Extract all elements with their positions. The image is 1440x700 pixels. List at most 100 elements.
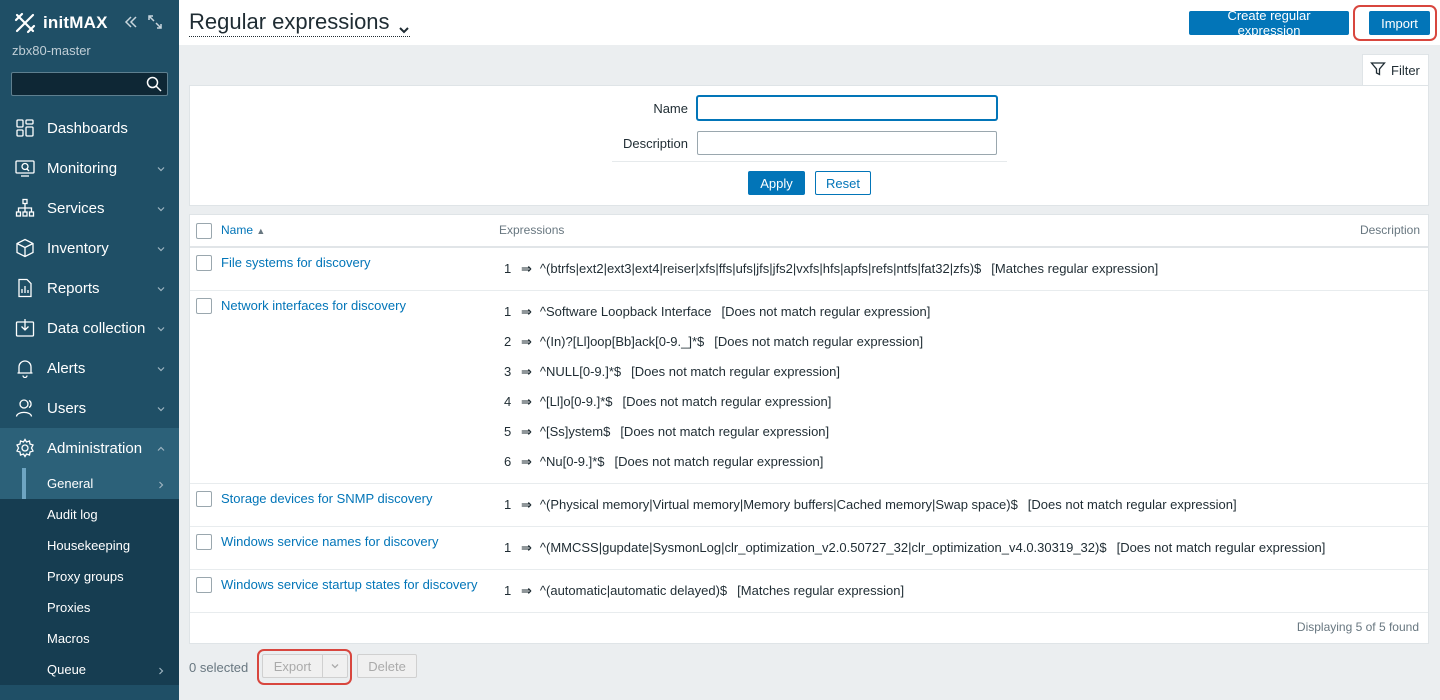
expression-line: 1 ⇒ ^(Physical memory|Virtual memory|Memor… [504, 497, 1237, 513]
regex-name-link[interactable]: Network interfaces for discovery [221, 298, 406, 313]
expression-number: 1 [504, 261, 512, 276]
expression-text: ^(Physical memory|Virtual memory|Memory … [539, 497, 1018, 512]
menu-item-monitoring[interactable]: Monitoring [0, 148, 179, 188]
regex-name-link[interactable]: File systems for discovery [221, 255, 371, 270]
create-regular-expression-button[interactable]: Create regular expression [1189, 8, 1349, 38]
submenu-item-housekeeping[interactable]: Housekeeping [0, 530, 179, 561]
expression-line: 5 ⇒ ^[Ss]ystem$ [Does not match regular exp… [504, 424, 829, 440]
delete-button[interactable]: Delete [357, 654, 417, 678]
regex-name-link[interactable]: Windows service names for discovery [221, 534, 438, 549]
submenu-label: Queue [47, 662, 87, 677]
row-checkbox[interactable] [196, 577, 212, 593]
initmax-logo-icon [12, 10, 38, 36]
filter-panel: Name Description Apply Reset [189, 85, 1429, 206]
menu-item-dashboards[interactable]: Dashboards [0, 108, 179, 148]
expression-result: [Matches regular expression] [991, 261, 1159, 276]
name-column-label: Name [221, 223, 254, 237]
menu-item-reports[interactable]: Reports [0, 268, 179, 308]
data-collection-icon [14, 317, 36, 339]
menu-item-services[interactable]: Services [0, 188, 179, 228]
description-column-header: Description [1359, 223, 1420, 237]
import-highlight [1353, 5, 1437, 41]
select-all-checkbox[interactable] [196, 223, 212, 239]
expression-result: [Does not match regular expression] [714, 334, 924, 349]
table-row: Windows service startup states for disco… [190, 570, 1428, 613]
chevron-up-icon [156, 442, 166, 452]
menu-label: Users [47, 399, 87, 417]
description-filter-input[interactable] [697, 131, 997, 155]
apply-button[interactable]: Apply [748, 171, 805, 195]
chevron-down-icon [156, 202, 166, 212]
expression-number: 2 [504, 334, 512, 349]
submenu-item-proxy-groups[interactable]: Proxy groups [0, 561, 179, 592]
menu-item-users[interactable]: Users [0, 388, 179, 428]
page-title: Regular expressions [189, 9, 390, 34]
logo[interactable]: initMAX [12, 10, 172, 36]
menu-item-administration[interactable]: Administration [0, 428, 179, 468]
description-label: Description [622, 136, 688, 151]
expression-text: ^(btrfs|ext2|ext3|ext4|reiser|xfs|ffs|uf… [539, 261, 982, 276]
row-checkbox[interactable] [196, 491, 212, 507]
submenu-item-general[interactable]: General [0, 468, 179, 499]
page-title-dropdown[interactable]: Regular expressions [189, 9, 410, 37]
expression-line: 1 ⇒ ^Software Loopback Interface [Does not … [504, 304, 930, 320]
menu-item-data-collection[interactable]: Data collection [0, 308, 179, 348]
collapse-sidebar-icon[interactable] [123, 14, 141, 32]
expressions-column-header: Expressions [499, 223, 565, 237]
menu-label: Alerts [47, 359, 86, 377]
expression-text: ^(automatic|automatic delayed)$ [539, 583, 728, 598]
alerts-icon [14, 357, 36, 379]
submenu-label: Proxy groups [47, 569, 124, 584]
row-checkbox[interactable] [196, 255, 212, 271]
expression-result: [Matches regular expression] [737, 583, 905, 598]
expression-number: 4 [504, 394, 512, 409]
expression-line: 3 ⇒ ^NULL[0-9.]*$ [Does not match regular e… [504, 364, 840, 380]
expression-line: 6 ⇒ ^Nu[0-9.]*$ [Does not match regular exp… [504, 454, 823, 470]
name-filter-input[interactable] [697, 96, 997, 120]
arrow-icon: ⇒ [521, 424, 532, 439]
filter-icon [1370, 61, 1386, 80]
chevron-down-icon [156, 362, 166, 372]
expression-result: [Does not match regular expression] [614, 454, 824, 469]
menu-label: Inventory [47, 239, 109, 257]
arrow-icon: ⇒ [521, 394, 532, 409]
expression-text: ^Software Loopback Interface [539, 304, 712, 319]
expression-number: 6 [504, 454, 512, 469]
submenu-item-queue[interactable]: Queue [0, 654, 179, 685]
menu-item-inventory[interactable]: Inventory [0, 228, 179, 268]
menu-label: Reports [47, 279, 100, 297]
submenu-label: General [47, 476, 94, 491]
regex-name-link[interactable]: Storage devices for SNMP discovery [221, 491, 432, 506]
filter-tab[interactable]: Filter [1362, 54, 1429, 86]
submenu-item-audit-log[interactable]: Audit log [0, 499, 179, 530]
menu-label: Monitoring [47, 159, 118, 177]
name-column-header[interactable]: Name ▲ [221, 223, 265, 237]
submenu-item-macros[interactable]: Macros [0, 623, 179, 654]
users-icon [14, 397, 36, 419]
menu-label: Dashboards [47, 119, 128, 137]
expression-result: [Does not match regular expression] [1116, 540, 1326, 555]
expression-number: 5 [504, 424, 512, 439]
expression-line: 1 ⇒ ^(automatic|automatic delayed)$ [Matche… [504, 583, 904, 599]
chevron-down-icon [156, 322, 166, 332]
menu-label: Data collection [47, 319, 146, 337]
expression-number: 1 [504, 304, 512, 319]
administration-submenu: General Audit log Housekeeping Proxy gro… [0, 468, 179, 685]
search-icon[interactable] [146, 76, 162, 92]
kiosk-mode-icon[interactable] [147, 14, 165, 32]
submenu-label: Housekeeping [47, 538, 131, 553]
table-row: Network interfaces for discovery 1 ⇒ ^Soft… [190, 291, 1428, 484]
row-checkbox[interactable] [196, 298, 212, 314]
sidebar-search-input[interactable] [11, 72, 168, 96]
arrow-icon: ⇒ [521, 583, 532, 598]
expression-number: 1 [504, 497, 512, 512]
row-checkbox[interactable] [196, 534, 212, 550]
table-row: File systems for discovery 1 ⇒ ^(btrfs|ext… [190, 248, 1428, 291]
submenu-item-proxies[interactable]: Proxies [0, 592, 179, 623]
reset-button[interactable]: Reset [815, 171, 871, 195]
menu-item-alerts[interactable]: Alerts [0, 348, 179, 388]
table-row: Windows service names for discovery 1 ⇒ ^(… [190, 527, 1428, 570]
expression-line: 2 ⇒ ^(In)?[Ll]oop[Bb]ack[0-9._]*$ [Does not… [504, 334, 923, 350]
regex-table: Name ▲ Expressions Description File syst… [189, 214, 1429, 644]
regex-name-link[interactable]: Windows service startup states for disco… [221, 577, 477, 592]
